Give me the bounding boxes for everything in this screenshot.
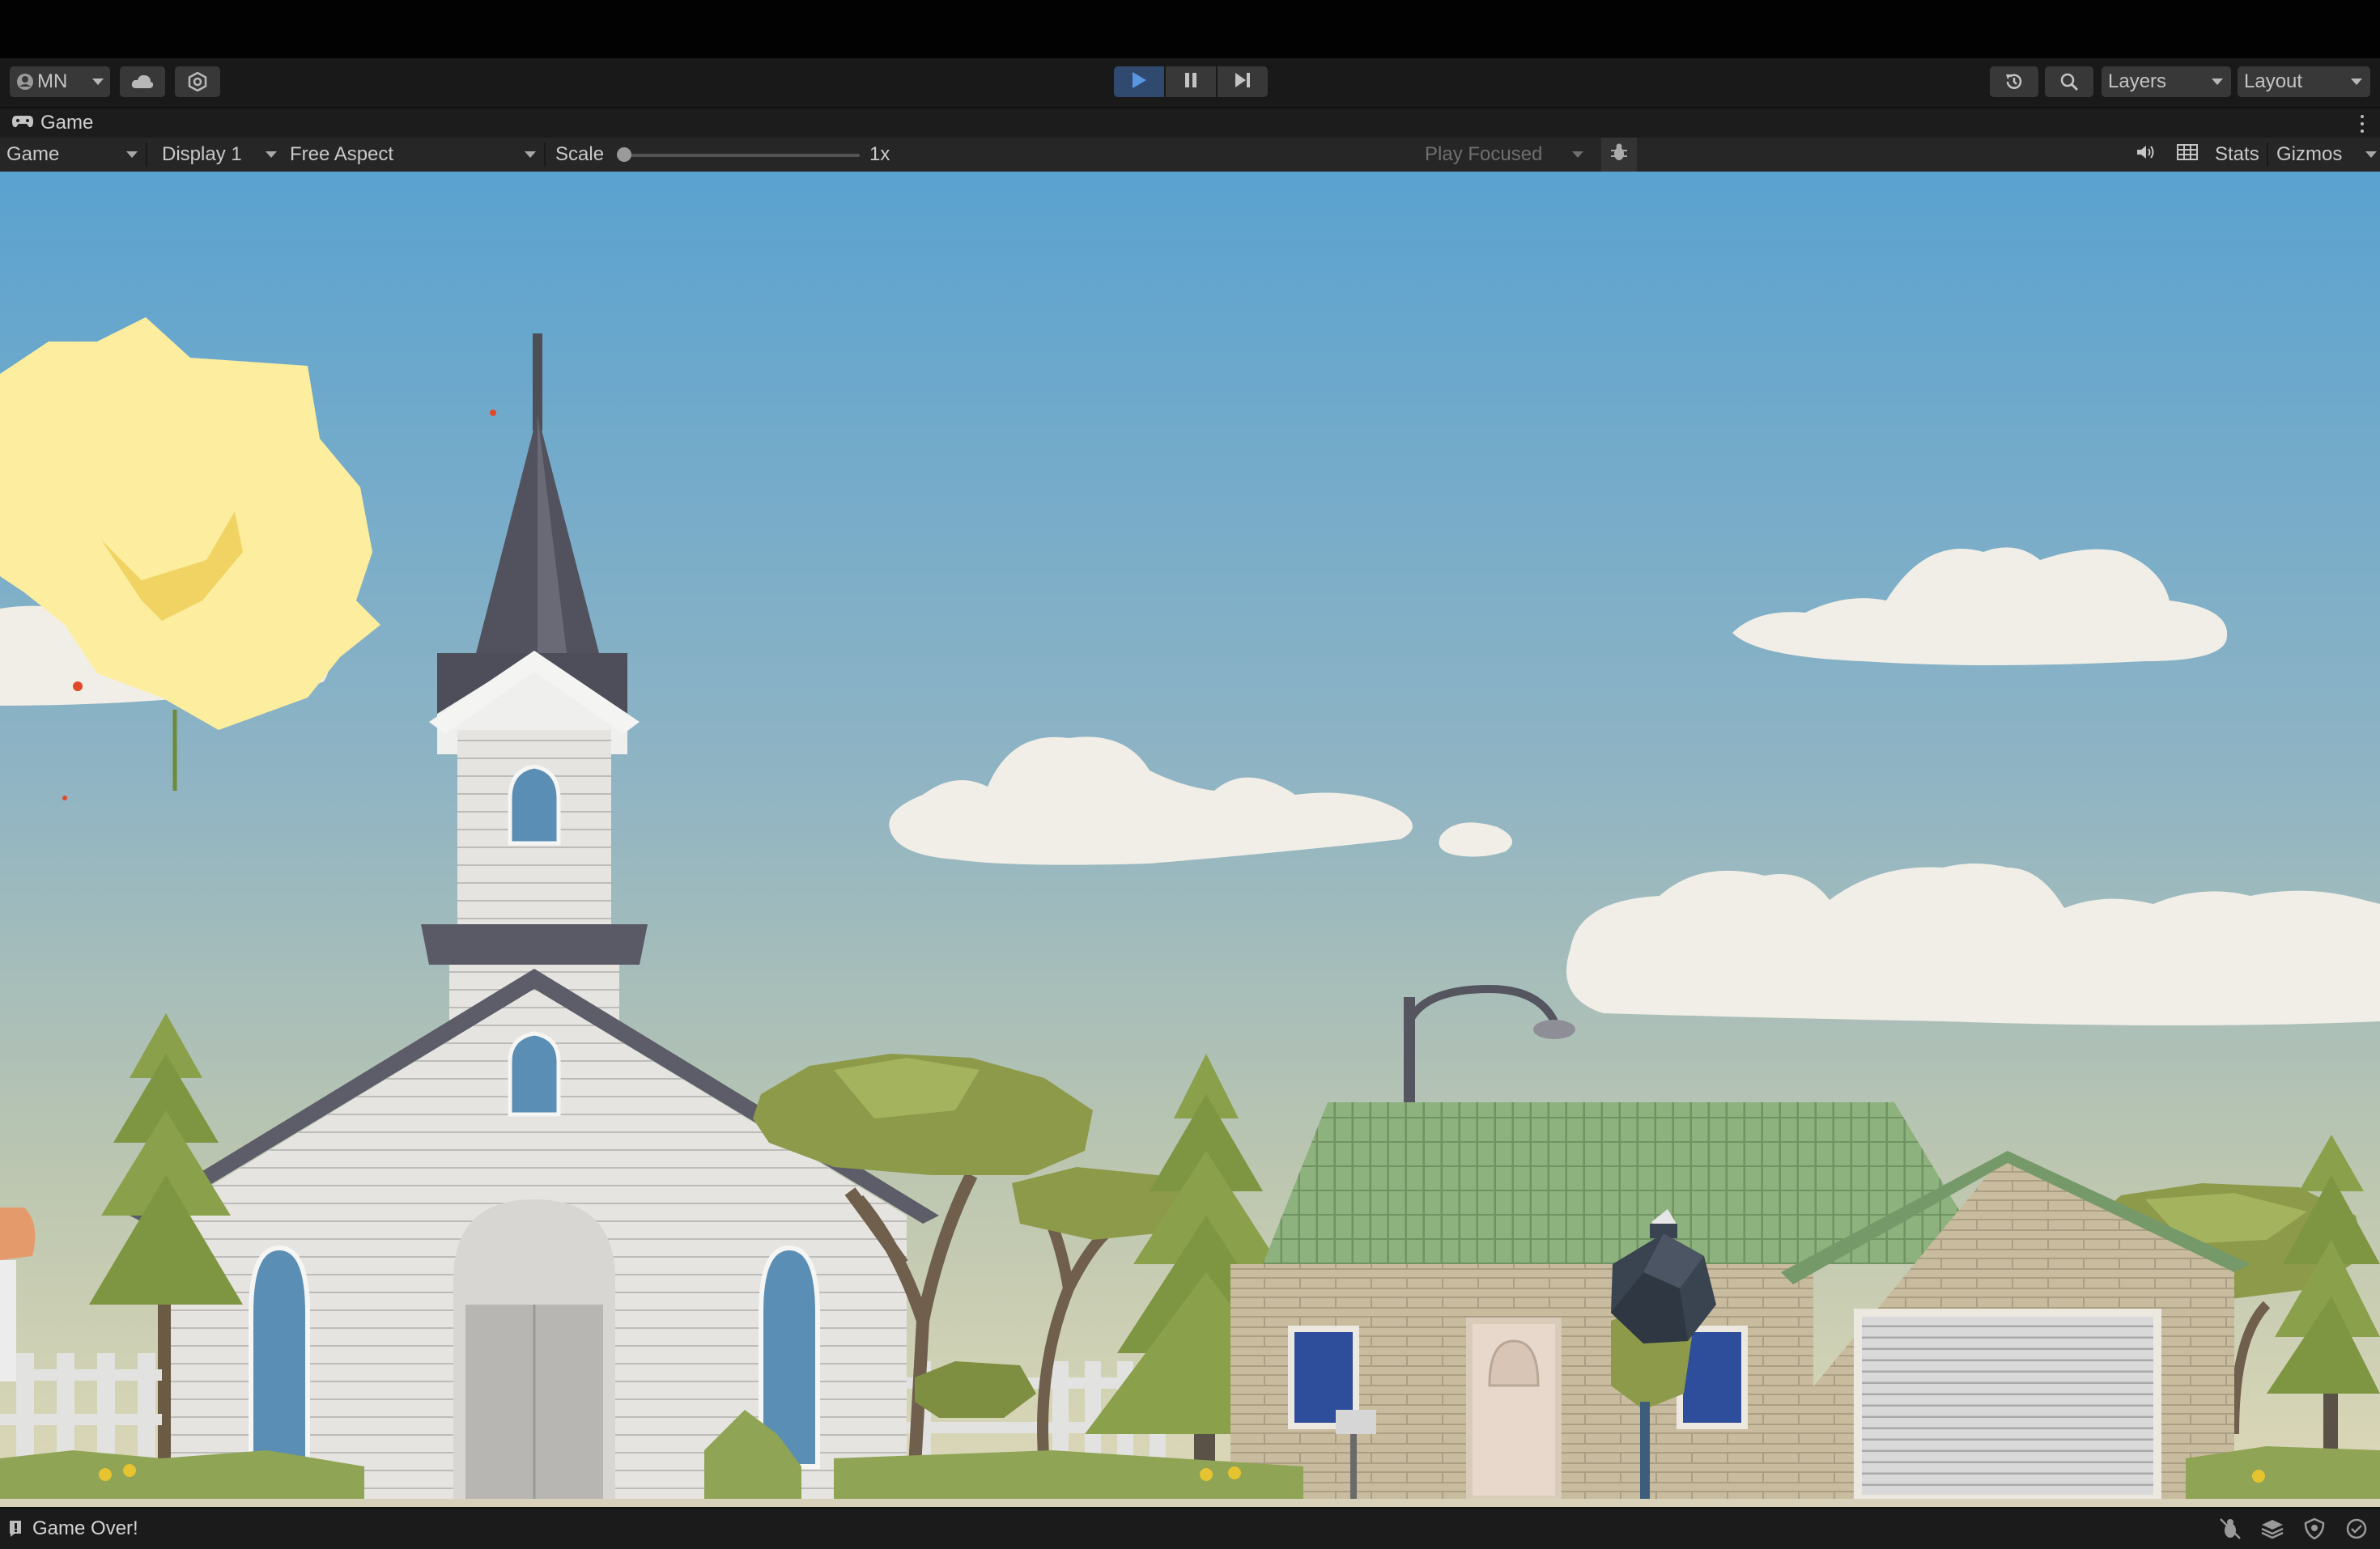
play-mode-dropdown[interactable]: Play Focused [1418,138,1590,172]
undo-history-button[interactable] [1990,66,2038,97]
main-toolbar: MN Layers Layout [0,58,2380,108]
game-view-toolbar: Game Display 1 Free Aspect Scale 1x Play… [0,138,2380,172]
aspect-dropdown[interactable]: Free Aspect [283,138,542,172]
toolbar-divider [544,142,546,167]
cloud-button[interactable] [120,66,165,97]
step-icon [1234,71,1252,93]
grid-button[interactable] [2170,138,2205,172]
scale-value: 1x [869,143,890,165]
scale-slider-track[interactable] [623,154,860,157]
chevron-down-icon [2351,79,2362,85]
status-info-icon [5,1519,24,1538]
bug-icon[interactable] [2218,1517,2242,1541]
chevron-down-icon [2212,79,2223,85]
status-message[interactable]: Game Over! [32,1509,138,1549]
more-options-icon[interactable] [2361,115,2365,133]
chevron-down-icon [92,79,104,85]
tab-game-label: Game [40,112,94,134]
view-mode-label: Game [6,143,60,165]
grid-icon [2177,143,2198,166]
play-button[interactable] [1114,66,1164,97]
status-bar: Game Over! [0,1507,2380,1549]
gizmos-dropdown[interactable]: Gizmos [2270,138,2380,172]
pause-icon [1183,71,1199,93]
search-icon [2059,72,2079,91]
chevron-down-icon [1572,151,1583,158]
layers-dropdown[interactable]: Layers [2102,66,2231,97]
tab-game[interactable]: Game [11,108,93,138]
game-viewport[interactable] [0,172,2380,1507]
shield-icon[interactable] [2302,1517,2327,1541]
stats-toggle[interactable]: Stats [2208,138,2266,172]
display-label: Display 1 [162,143,242,165]
chevron-down-icon [525,151,536,158]
account-dropdown[interactable]: MN [10,66,110,97]
window-top-band [0,0,2380,58]
ground-edge [0,1499,2380,1507]
search-button[interactable] [2045,66,2093,97]
audio-icon [2136,143,2155,167]
toolbar-divider [146,142,147,167]
step-button[interactable] [1218,66,1268,97]
cloud-icon [131,74,154,90]
chevron-down-icon [126,151,138,158]
history-icon [2004,71,2025,92]
check-circle-icon[interactable] [2344,1517,2369,1541]
services-icon [188,72,207,91]
status-icons [2218,1517,2369,1541]
playback-controls [1114,66,1268,97]
pause-button[interactable] [1166,66,1216,97]
mute-audio-button[interactable] [2127,138,2163,172]
gamepad-icon [11,112,34,134]
layers-stack-icon[interactable] [2260,1517,2284,1541]
bug-icon [1609,142,1629,168]
chevron-down-icon [2365,151,2377,158]
play-icon [1131,71,1147,93]
view-mode-dropdown[interactable]: Game [0,138,144,172]
services-button[interactable] [175,66,220,97]
debug-button[interactable] [1601,138,1637,172]
layout-label: Layout [2244,70,2303,92]
play-mode-label: Play Focused [1425,143,1543,165]
display-dropdown[interactable]: Display 1 [155,138,283,172]
layout-dropdown[interactable]: Layout [2238,66,2370,97]
game-scene [0,172,2380,1507]
chevron-down-icon [266,151,277,158]
scale-label: Scale [555,143,605,165]
account-icon [16,73,34,91]
layers-label: Layers [2108,70,2167,92]
gizmos-label: Gizmos [2276,143,2343,165]
tab-bar: Game [0,108,2380,138]
aspect-label: Free Aspect [290,143,394,165]
scale-slider-knob[interactable] [617,147,631,162]
account-label: MN [37,70,68,92]
toolbar-divider [2267,142,2268,167]
